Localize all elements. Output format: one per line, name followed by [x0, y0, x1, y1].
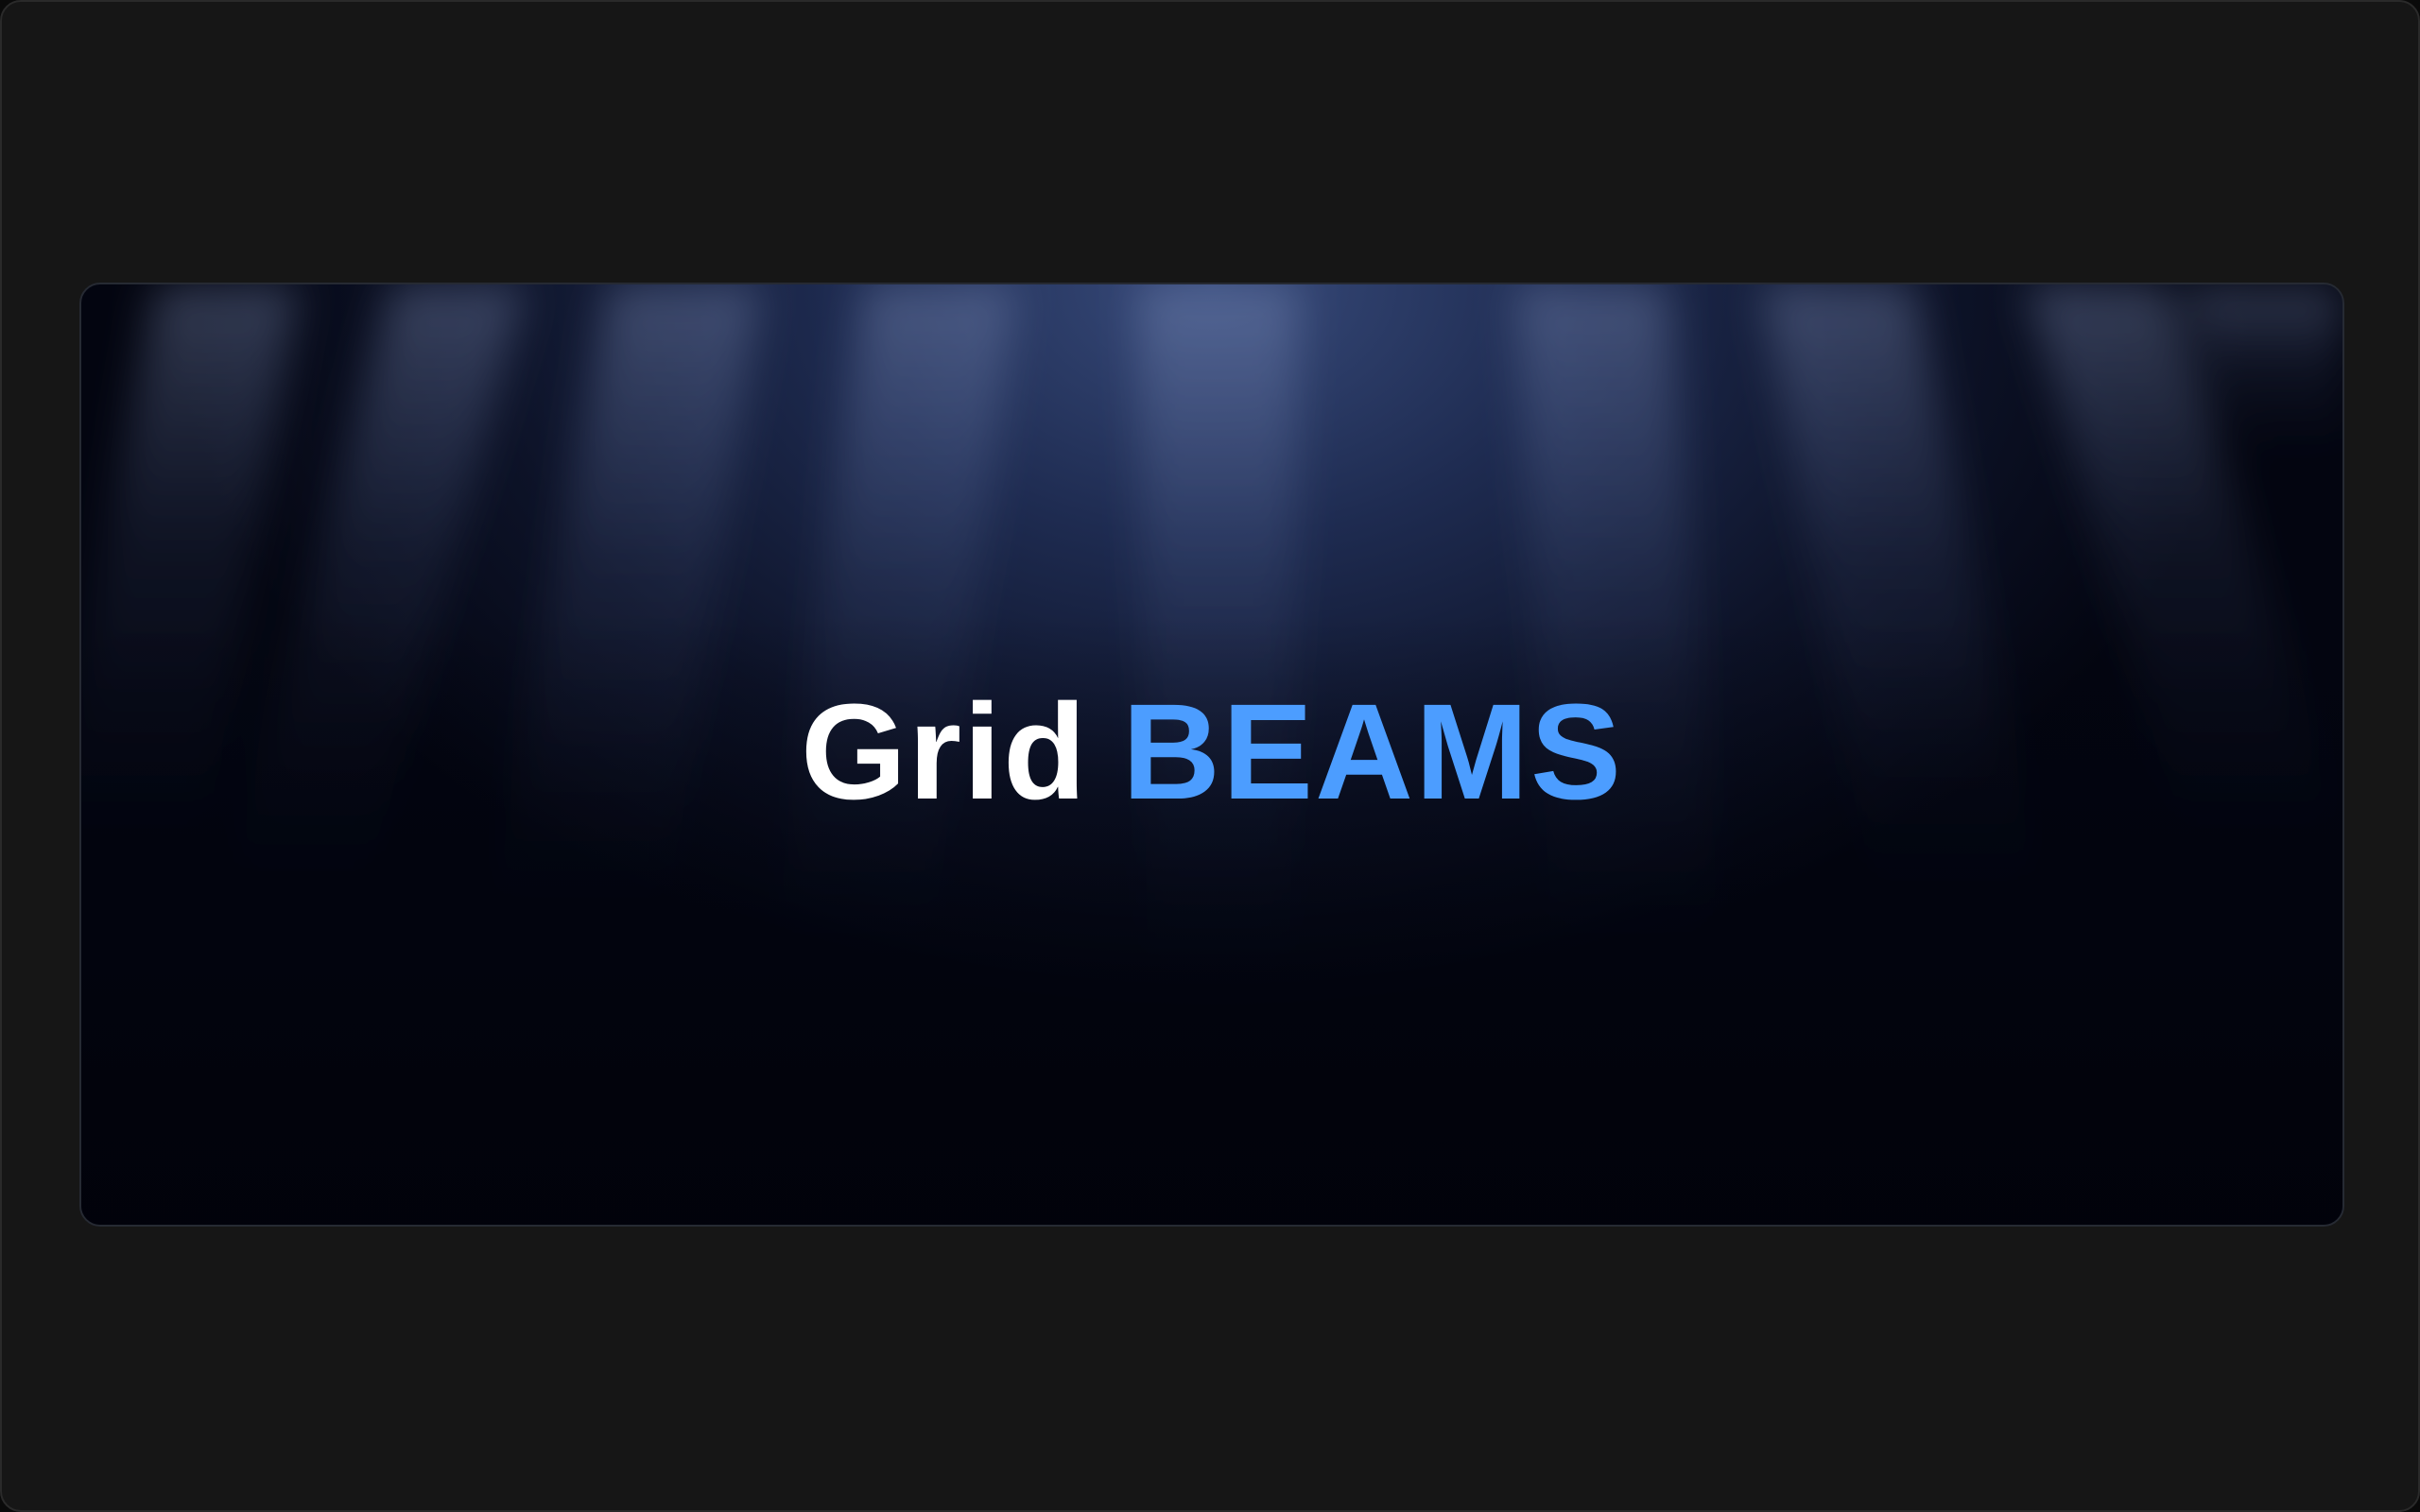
app-frame: Grid BEAMS: [0, 0, 2420, 1512]
light-beam: [1515, 284, 1724, 963]
light-beam: [2186, 284, 2342, 455]
light-beam: [769, 284, 1016, 963]
headline-prefix: Grid: [800, 676, 1088, 828]
light-beam: [1138, 284, 1299, 1000]
light-beam: [487, 284, 761, 925]
headline: Grid BEAMS: [81, 677, 2342, 828]
headline-highlight: BEAMS: [1121, 676, 1624, 828]
grid-beams-card: Grid BEAMS: [79, 283, 2344, 1227]
